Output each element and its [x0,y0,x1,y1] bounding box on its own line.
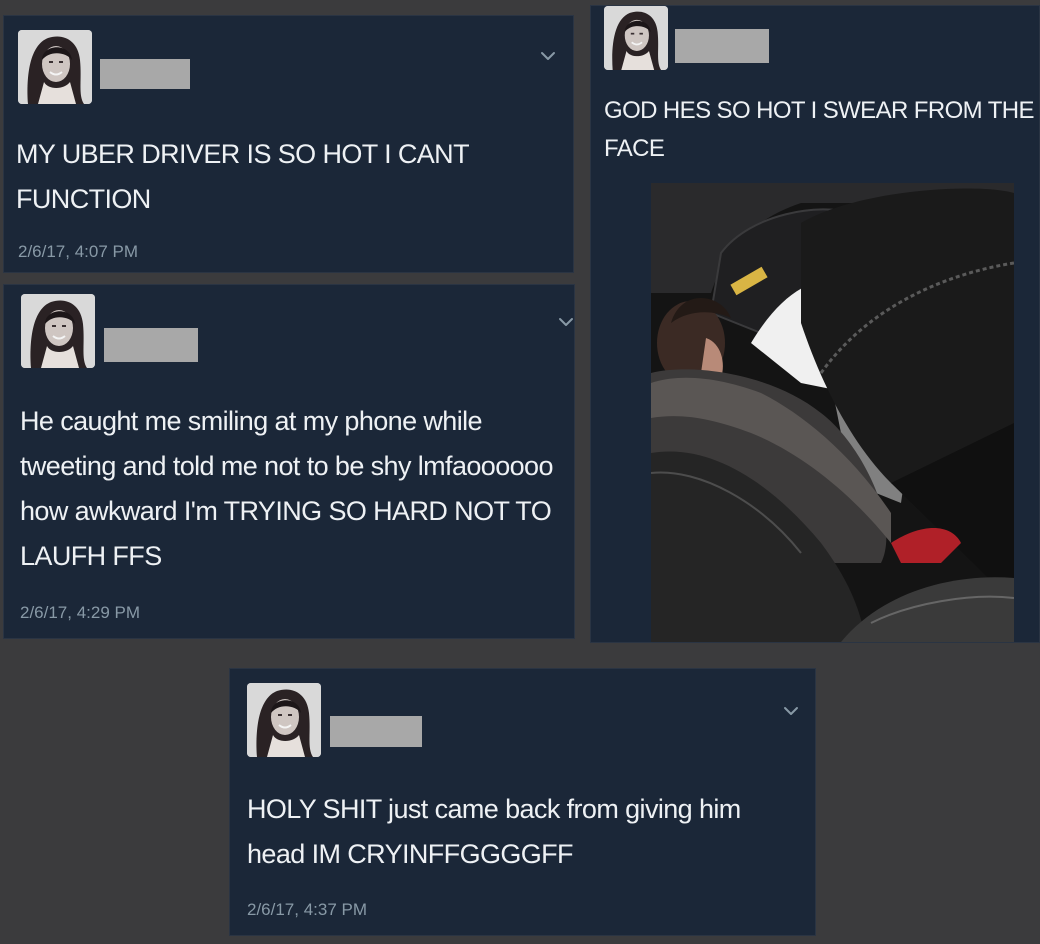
redacted-username [100,59,190,89]
tweet-timestamp[interactable]: 2/6/17, 4:37 PM [247,900,367,920]
avatar[interactable] [21,294,95,368]
tweet-text: MY UBER DRIVER IS SO HOT I CANT FUNCTION [16,139,469,214]
tweet-text: GOD HES SO HOT I SWEAR FROM THE FACE [604,97,1034,162]
tweet-timestamp[interactable]: 2/6/17, 4:29 PM [20,603,140,623]
tweet-card-4: HOLY SHIT just came back from giving him… [229,668,816,936]
chevron-down-icon[interactable] [540,49,556,61]
tweet-card-3: GOD HES SO HOT I SWEAR FROM THE FACE [590,5,1040,643]
avatar[interactable] [18,30,92,104]
tweet-text: He caught me smiling at my phone while t… [20,406,553,571]
tweet-photo[interactable] [651,183,1014,642]
chevron-down-icon[interactable] [783,704,799,716]
tweet-card-1: MY UBER DRIVER IS SO HOT I CANT FUNCTION… [3,15,574,273]
tweet-timestamp[interactable]: 2/6/17, 4:07 PM [18,242,138,262]
redacted-username [330,716,422,747]
chevron-down-icon[interactable] [558,315,574,327]
redacted-username [675,29,769,63]
tweet-card-2: He caught me smiling at my phone while t… [3,284,575,639]
tweet-text: HOLY SHIT just came back from giving him… [247,794,741,869]
redacted-username [104,328,198,362]
avatar[interactable] [604,6,668,70]
avatar[interactable] [247,683,321,757]
